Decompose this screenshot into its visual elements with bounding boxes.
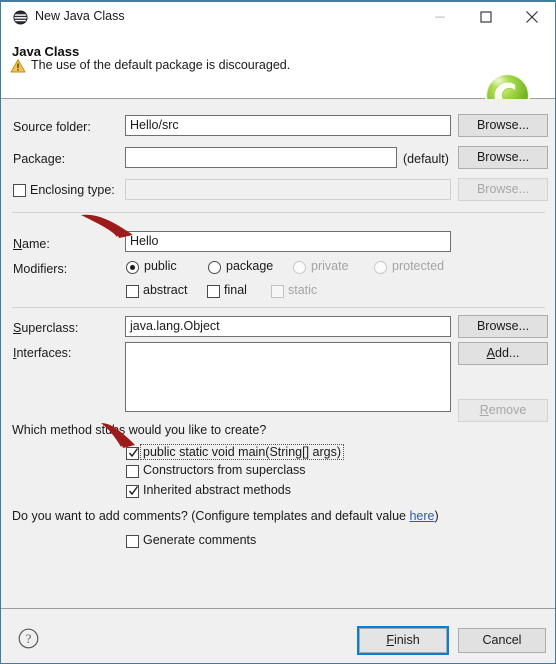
stub-constructors-checkbox[interactable]	[126, 465, 139, 478]
window-title: New Java Class	[35, 9, 125, 23]
svg-text:?: ?	[26, 631, 32, 646]
interfaces-label: Interfaces:	[13, 346, 72, 360]
enclosing-type-input[interactable]	[125, 179, 451, 200]
stub-main-checkbox[interactable]	[126, 447, 139, 460]
cancel-button[interactable]: Cancel	[458, 628, 546, 653]
source-folder-label: Source folder:	[13, 120, 91, 134]
modifier-radio-public-label: public	[144, 259, 177, 273]
package-browse-button[interactable]: Browse...	[458, 146, 548, 169]
enclosing-type-checkbox[interactable]	[13, 184, 26, 197]
name-label: Name:	[13, 237, 50, 251]
comments-question: Do you want to add comments? (Configure …	[12, 509, 439, 523]
modifier-checkbox-abstract[interactable]	[126, 285, 139, 298]
modifier-checkbox-final-label: final	[224, 283, 247, 297]
modifier-radio-private-label: private	[311, 259, 349, 273]
superclass-input[interactable]: java.lang.Object	[125, 316, 451, 337]
enclosing-type-label: Enclosing type:	[30, 183, 115, 197]
close-button[interactable]	[509, 2, 555, 31]
modifier-checkbox-static-label: static	[288, 283, 318, 297]
modifier-checkbox-static[interactable]	[271, 285, 284, 298]
modifier-checkbox-final[interactable]	[207, 285, 220, 298]
modifier-radio-package-label: package	[226, 259, 274, 273]
close-icon	[526, 10, 538, 23]
dialog-body: Source folder: Hello/src Browse... Packa…	[1, 99, 555, 607]
superclass-label: Superclass:	[13, 321, 79, 335]
configure-templates-link[interactable]: here	[409, 509, 434, 523]
help-question-icon[interactable]: ?	[18, 628, 39, 649]
modifier-radio-private[interactable]	[293, 261, 306, 274]
enclosing-type-browse-button[interactable]: Browse...	[458, 178, 548, 201]
maximize-icon	[480, 10, 492, 23]
name-input[interactable]: Hello	[125, 231, 451, 252]
source-folder-input[interactable]: Hello/src	[125, 115, 451, 136]
dialog-header: Java Class The use of the default packag…	[1, 32, 555, 119]
header-description: The use of the default package is discou…	[31, 58, 291, 72]
minimize-icon	[435, 16, 445, 18]
interfaces-remove-button[interactable]: Remove	[458, 399, 548, 422]
stub-inherited-checkbox[interactable]	[126, 485, 139, 498]
comments-question-prefix: Do you want to add comments? (Configure …	[12, 509, 410, 523]
source-folder-browse-button[interactable]: Browse...	[458, 114, 548, 137]
method-stubs-question: Which method stubs would you like to cre…	[12, 423, 267, 437]
package-label: Package:	[13, 152, 66, 166]
stub-inherited-label: Inherited abstract methods	[143, 483, 291, 497]
package-default-suffix: (default)	[403, 152, 449, 166]
interfaces-list[interactable]	[125, 342, 451, 412]
section-divider-2	[12, 307, 545, 308]
stub-constructors-label: Constructors from superclass	[143, 463, 306, 477]
title-bar: New Java Class	[1, 2, 555, 33]
section-divider-1	[12, 212, 545, 213]
check-mark-icon	[128, 484, 139, 497]
warning-triangle-icon	[10, 58, 26, 74]
modifier-checkbox-abstract-label: abstract	[143, 283, 188, 297]
package-input[interactable]	[125, 147, 397, 168]
radio-dot	[130, 265, 135, 270]
stub-main-label: public static void main(String[] args)	[140, 444, 344, 460]
modifiers-label: Modifiers:	[13, 262, 68, 276]
generate-comments-checkbox[interactable]	[126, 535, 139, 548]
generate-comments-label: Generate comments	[143, 533, 257, 547]
modifier-radio-protected[interactable]	[374, 261, 387, 274]
minimize-button[interactable]	[417, 2, 463, 31]
interfaces-add-button[interactable]: Add...	[458, 342, 548, 365]
new-java-class-dialog: New Java Class Java Class The use of the…	[0, 0, 556, 664]
modifier-radio-protected-label: protected	[392, 259, 445, 273]
page-title: Java Class	[12, 44, 80, 59]
finish-button-label-rest: inish	[393, 633, 420, 647]
eclipse-sphere-icon	[13, 10, 28, 25]
modifier-radio-public[interactable]	[126, 261, 139, 274]
comments-question-suffix: )	[434, 509, 439, 523]
maximize-button[interactable]	[463, 2, 509, 31]
modifier-radio-package[interactable]	[208, 261, 221, 274]
check-mark-icon	[128, 446, 139, 459]
finish-button[interactable]: Finish	[357, 626, 449, 655]
superclass-browse-button[interactable]: Browse...	[458, 315, 548, 338]
